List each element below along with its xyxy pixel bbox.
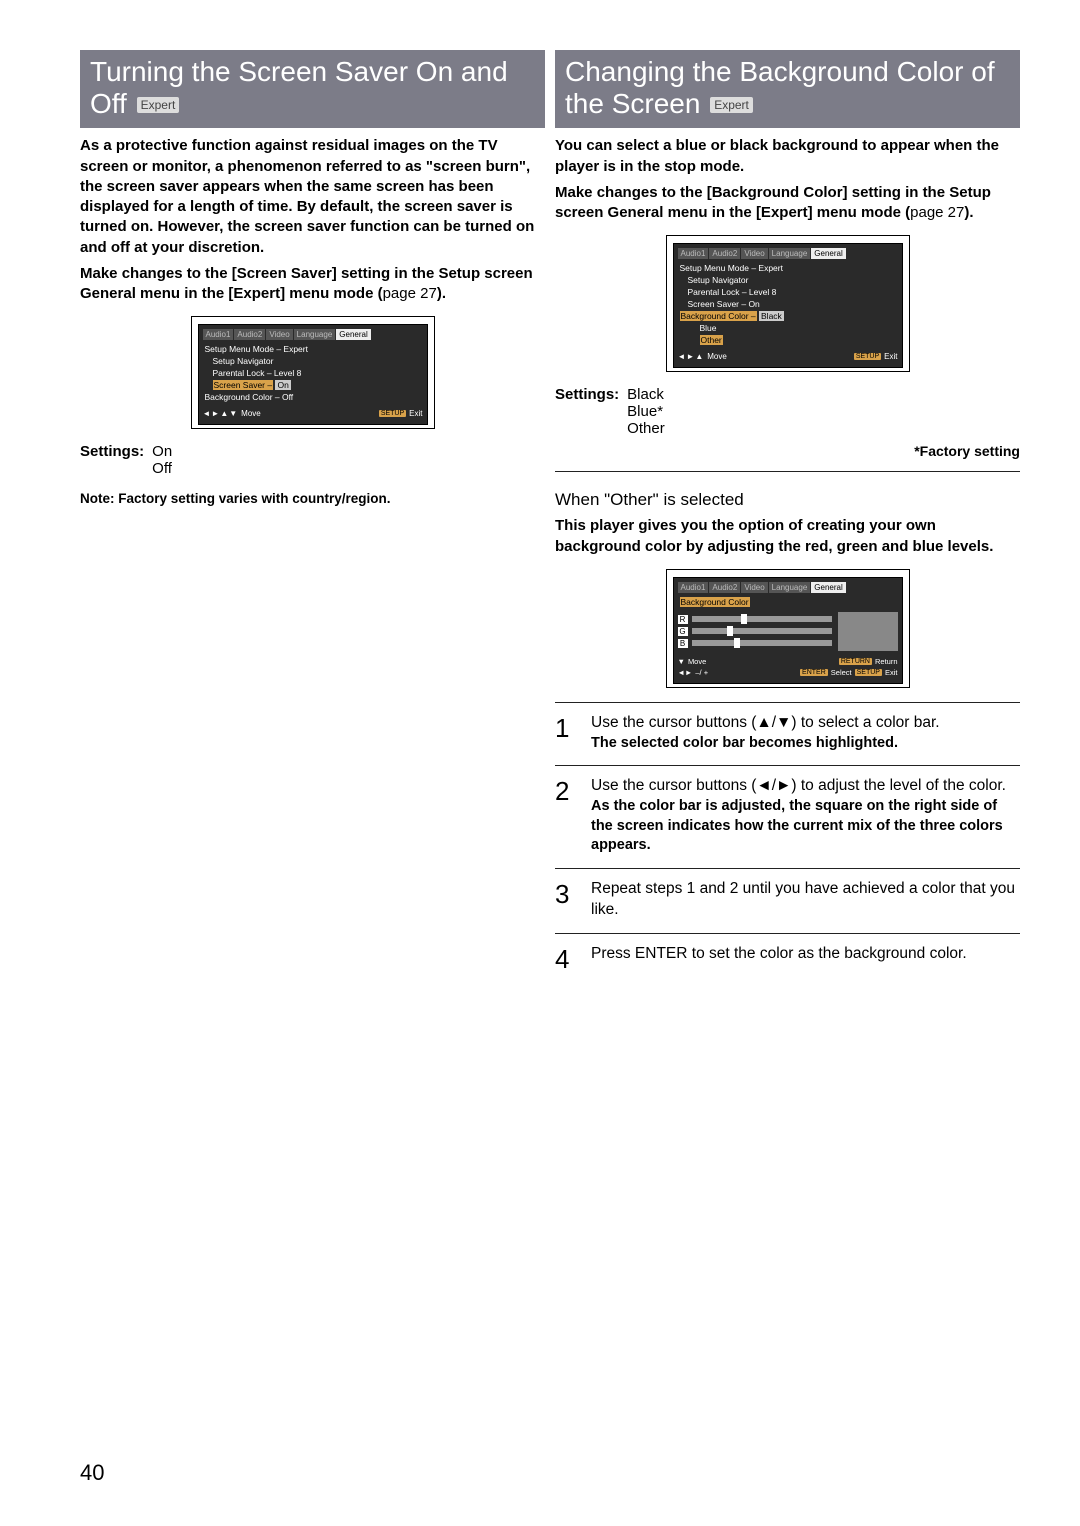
- setting-other: Other: [627, 420, 665, 437]
- step-1: 1 Use the cursor buttons (▲/▼) to select…: [555, 713, 1020, 753]
- right-title-bar: Changing the Background Color of the Scr…: [555, 50, 1020, 128]
- color-preview: [838, 612, 898, 651]
- setting-blue: Blue*: [627, 403, 665, 420]
- setting-on: On: [152, 443, 172, 460]
- right-title-text: Changing the Background Color of the Scr…: [565, 56, 995, 119]
- lr-arrow-icon: ◄►: [678, 668, 693, 677]
- when-other-text: This player gives you the option of crea…: [555, 516, 1020, 557]
- step-3: 3 Repeat steps 1 and 2 until you have ac…: [555, 879, 1020, 921]
- page-number: 40: [80, 1460, 104, 1486]
- osd-line-highlight: Background Color – Black: [678, 310, 898, 322]
- tab-video: Video: [266, 329, 292, 340]
- osd-line: Background Color – Off: [203, 391, 423, 403]
- osd-line: Parental Lock – Level 8: [203, 367, 423, 379]
- setting-off: Off: [152, 460, 172, 477]
- osd-tabs: Audio1 Audio2 Video Language General: [203, 329, 423, 340]
- slider-g: G: [678, 627, 832, 636]
- divider: [555, 702, 1020, 703]
- factory-note: *Factory setting: [555, 443, 1020, 459]
- expert-badge: Expert: [137, 97, 180, 113]
- step-4: 4 Press ENTER to set the color as the ba…: [555, 944, 1020, 975]
- left-intro: As a protective function against residua…: [80, 136, 545, 258]
- expert-badge: Expert: [710, 97, 753, 113]
- settings-label: Settings:: [80, 443, 144, 477]
- left-instruction: Make changes to the [Screen Saver] setti…: [80, 264, 545, 305]
- when-other-heading: When "Other" is selected: [555, 490, 1020, 510]
- left-settings: Settings: On Off: [80, 443, 545, 477]
- osd-rgb: Audio1 Audio2 Video Language General Bac…: [666, 569, 910, 688]
- osd-line: Setup Menu Mode – Expert: [203, 343, 423, 355]
- arrow-icons: ◄►▲▼: [203, 409, 239, 418]
- osd-line: Setup Navigator: [203, 355, 423, 367]
- slider-r: R: [678, 615, 832, 624]
- left-column: Turning the Screen Saver On and Off Expe…: [80, 50, 545, 987]
- osd-bgcolor: Audio1 Audio2 Video Language General Set…: [666, 235, 910, 372]
- osd-exit-label: Exit: [409, 409, 422, 418]
- setup-chip: SETUP: [379, 410, 406, 417]
- osd-move-label: Move: [241, 409, 261, 418]
- down-arrow-icon: ▼: [678, 657, 685, 666]
- tab-language: Language: [294, 329, 336, 340]
- tab-audio2: Audio2: [234, 329, 265, 340]
- step-2: 2 Use the cursor buttons (◄/►) to adjust…: [555, 776, 1020, 856]
- osd-line-highlight: Screen Saver – On: [203, 379, 423, 391]
- setting-black: Black: [627, 386, 665, 403]
- divider: [555, 471, 1020, 472]
- right-instruction: Make changes to the [Background Color] s…: [555, 183, 1020, 224]
- step-list: 1 Use the cursor buttons (▲/▼) to select…: [555, 713, 1020, 975]
- osd-screensaver: Audio1 Audio2 Video Language General Set…: [191, 316, 435, 429]
- tab-audio1: Audio1: [203, 329, 234, 340]
- left-note: Note: Factory setting varies with countr…: [80, 491, 545, 506]
- slider-b: B: [678, 639, 832, 648]
- right-settings: Settings: Black Blue* Other: [555, 386, 1020, 437]
- step-strong: The selected color bar becomes highlight…: [591, 734, 1020, 754]
- left-title-bar: Turning the Screen Saver On and Off Expe…: [80, 50, 545, 128]
- tab-general: General: [336, 329, 370, 340]
- arrow-icons: ◄►▲: [678, 352, 705, 361]
- right-intro: You can select a blue or black backgroun…: [555, 136, 1020, 177]
- right-column: Changing the Background Color of the Scr…: [555, 50, 1020, 987]
- step-text: Use the cursor buttons (▲/▼) to select a…: [591, 713, 1020, 734]
